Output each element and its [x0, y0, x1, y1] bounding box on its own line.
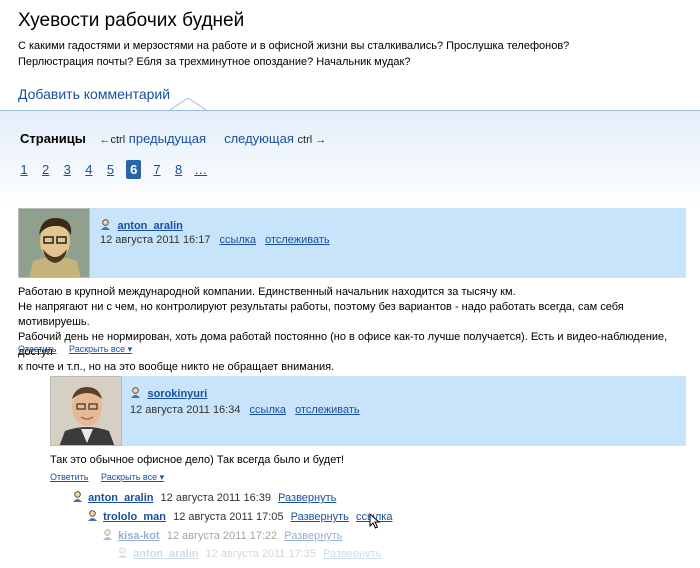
- expand-all-link[interactable]: Раскрыть все ▾: [69, 344, 132, 354]
- comment-line: к почте и т.п., но на это вообще никто н…: [18, 361, 335, 373]
- comment-line: Работаю в крупной международной компании…: [18, 286, 516, 298]
- username-link[interactable]: sorokinyuri: [147, 388, 207, 400]
- page-numbers: 1 2 3 4 5 6 7 8 …: [18, 160, 213, 179]
- user-icon: [131, 387, 140, 398]
- comment-date: 12 августа 2011 16:34: [130, 404, 241, 416]
- avatar: [18, 208, 90, 278]
- pagination-band: [0, 110, 700, 208]
- comment-line: Не напрягают ни с чем, но контролируют р…: [18, 301, 624, 328]
- comment-permalink[interactable]: ссылка: [220, 234, 257, 246]
- thread-date: 12 августа 2011 17:05: [173, 511, 284, 523]
- username-link[interactable]: anton_aralin: [133, 548, 198, 560]
- next-page-link[interactable]: следующая: [224, 131, 294, 146]
- mouse-cursor-icon: [369, 513, 381, 529]
- post-description: С какими гадостями и мерзостями на работ…: [18, 38, 688, 70]
- page-4[interactable]: 4: [83, 162, 95, 177]
- reply-link[interactable]: Ответить: [18, 344, 56, 354]
- user-icon: [103, 529, 112, 540]
- track-link[interactable]: отслеживать: [295, 404, 360, 416]
- post-header: Хуевости рабочих будней С какими гадостя…: [0, 0, 700, 112]
- prev-page-link[interactable]: предыдущая: [129, 131, 206, 146]
- comment-body: Так это обычное офисное дело) Так всегда…: [50, 454, 345, 466]
- thread-item: anton_aralin 12 августа 2011 17:35 Разве…: [117, 547, 381, 560]
- comment-meta: 12 августа 2011 16:34 ссылка отслеживать: [130, 404, 360, 416]
- comment-actions: Ответить Раскрыть все ▾: [18, 344, 142, 355]
- comment-date: 12 августа 2011 16:17: [100, 234, 211, 246]
- thread-date: 12 августа 2011 17:35: [205, 548, 316, 560]
- comment-permalink[interactable]: ссылка: [250, 404, 287, 416]
- desc-line: С какими гадостями и мерзостями на работ…: [18, 40, 570, 52]
- pagination-nav: Страницы ←ctrl предыдущая следующая ctrl…: [20, 131, 326, 146]
- prev-hint: ←ctrl: [99, 134, 126, 146]
- user-icon: [101, 219, 110, 230]
- avatar: [50, 376, 122, 446]
- expand-link[interactable]: Развернуть: [291, 511, 349, 523]
- add-comment-link[interactable]: Добавить комментарий: [18, 86, 170, 102]
- page-title: Хуевости рабочих будней: [18, 10, 245, 31]
- expand-link[interactable]: Развернуть: [323, 548, 381, 560]
- user-icon: [88, 510, 97, 521]
- pages-label: Страницы: [20, 131, 86, 146]
- page-current: 6: [126, 160, 142, 179]
- thread-item: anton_aralin 12 августа 2011 16:39 Разве…: [72, 491, 336, 504]
- next-hint: ctrl →: [297, 134, 327, 146]
- expand-link[interactable]: Развернуть: [284, 530, 342, 542]
- comment-author: anton_aralin: [100, 216, 183, 234]
- comment-body: Работаю в крупной международной компании…: [18, 285, 688, 375]
- comment-actions: Ответить Раскрыть все ▾: [50, 472, 174, 483]
- desc-line: Перлюстрация почты? Ебля за трехминутное…: [18, 56, 411, 68]
- thread-date: 12 августа 2011 16:39: [160, 492, 271, 504]
- username-link[interactable]: trololo_man: [103, 511, 166, 523]
- username-link[interactable]: anton_aralin: [88, 492, 153, 504]
- thread-date: 12 августа 2011 17:22: [166, 530, 278, 542]
- page-3[interactable]: 3: [61, 162, 73, 177]
- thread-item: trololo_man 12 августа 2011 17:05 Развер…: [87, 510, 392, 523]
- username-link[interactable]: anton_aralin: [117, 220, 182, 232]
- user-icon: [118, 547, 127, 558]
- username-link[interactable]: kisa-kot: [118, 530, 160, 542]
- page-more[interactable]: …: [194, 162, 207, 177]
- page-2[interactable]: 2: [40, 162, 52, 177]
- reply-link[interactable]: Ответить: [50, 472, 88, 482]
- expand-link[interactable]: Развернуть: [278, 492, 336, 504]
- expand-all-link[interactable]: Раскрыть все ▾: [101, 472, 164, 482]
- page-7[interactable]: 7: [151, 162, 163, 177]
- page-5[interactable]: 5: [105, 162, 117, 177]
- comment-author: sorokinyuri: [130, 384, 207, 402]
- track-link[interactable]: отслеживать: [265, 234, 330, 246]
- comment-meta: 12 августа 2011 16:17 ссылка отслеживать: [100, 234, 330, 246]
- thread-item: kisa-kot 12 августа 2011 17:22 Развернут…: [102, 529, 343, 542]
- user-icon: [73, 491, 82, 502]
- page-8[interactable]: 8: [173, 162, 185, 177]
- page-1[interactable]: 1: [18, 162, 30, 177]
